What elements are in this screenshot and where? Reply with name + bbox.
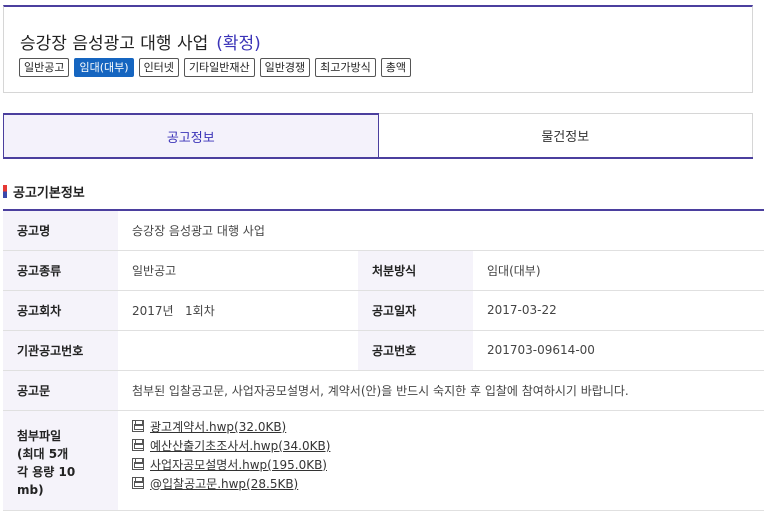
table-row: 첨부파일 (최대 5개 각 용량 10 mb) 광고계약서.hwp(32.0KB… xyxy=(3,410,764,511)
label-notice-date: 공고일자 xyxy=(358,290,473,331)
table-row: 공고회차 2017년 1회차 공고일자 2017-03-22 xyxy=(3,290,764,331)
tag-internet: 인터넷 xyxy=(138,58,179,77)
attachment-filename: 광고계약서.hwp(32.0KB) xyxy=(150,419,287,434)
notice-info-table: 공고명 승강장 음성광고 대행 사업 공고종류 일반공고 처분방식 임대(대부)… xyxy=(3,209,764,511)
table-row: 기관공고번호 공고번호 201703-09614-00 xyxy=(3,330,764,371)
notice-title-text: 승강장 음성광고 대행 사업 xyxy=(20,34,209,54)
attachment-filename: 예산산출기초조사서.hwp(34.0KB) xyxy=(150,438,331,453)
attachment-link[interactable]: 예산산출기초조사서.hwp(34.0KB) xyxy=(132,436,750,455)
value-notice-type: 일반공고 xyxy=(118,250,358,291)
floppy-disk-icon xyxy=(132,458,144,470)
floppy-disk-icon xyxy=(132,420,144,432)
table-row: 공고명 승강장 음성광고 대행 사업 xyxy=(3,210,764,251)
label-disposal: 처분방식 xyxy=(358,250,473,291)
attachments-label: 첨부파일 xyxy=(17,429,62,443)
notice-title-box: 승강장 음성광고 대행 사업 (확정) 일반공고 임대(대부) 인터넷 기타일반재… xyxy=(3,5,753,93)
attachments-limit: (최대 5개 xyxy=(17,447,69,461)
attachment-filename: 사업자공모설명서.hwp(195.0KB) xyxy=(150,457,327,472)
value-notice-name: 승강장 음성광고 대행 사업 xyxy=(118,210,764,251)
notice-title: 승강장 음성광고 대행 사업 (확정) xyxy=(20,29,261,54)
table-row: 공고문 첨부된 입찰공고문, 사업자공모설명서, 계약서(안)을 반드시 숙지한… xyxy=(3,370,764,411)
attachments-size-limit: 각 용량 10 mb) xyxy=(17,465,76,497)
attachment-link[interactable]: 광고계약서.hwp(32.0KB) xyxy=(132,417,750,436)
floppy-disk-icon xyxy=(132,439,144,451)
floppy-disk-icon xyxy=(132,477,144,489)
tag-bid-method: 최고가방식 xyxy=(315,58,376,77)
tag-competition: 일반경쟁 xyxy=(259,58,311,77)
value-notice-no: 201703-09614-00 xyxy=(473,330,764,371)
tag-lease: 임대(대부) xyxy=(74,58,134,77)
attachment-list: 광고계약서.hwp(32.0KB) 예산산출기초조사서.hwp(34.0KB) … xyxy=(118,410,764,511)
section-title-text: 공고기본정보 xyxy=(13,186,85,201)
label-round: 공고회차 xyxy=(3,290,118,331)
tag-property-kind: 기타일반재산 xyxy=(183,58,255,77)
label-agency-notice-no: 기관공고번호 xyxy=(3,330,118,371)
value-agency-notice-no xyxy=(118,330,358,371)
value-disposal: 임대(대부) xyxy=(473,250,764,291)
tab-notice-info[interactable]: 공고정보 xyxy=(3,113,379,157)
info-tabs: 공고정보 물건정보 xyxy=(3,113,753,159)
value-notice-date: 2017-03-22 xyxy=(473,290,764,331)
label-notice-name: 공고명 xyxy=(3,210,118,251)
label-notice-text: 공고문 xyxy=(3,370,118,411)
label-attachments: 첨부파일 (최대 5개 각 용량 10 mb) xyxy=(3,410,118,511)
notice-status: (확정) xyxy=(216,34,261,54)
section-title: 공고기본정보 xyxy=(3,182,85,201)
value-notice-text: 첨부된 입찰공고문, 사업자공모설명서, 계약서(안)을 반드시 숙지한 후 입… xyxy=(118,370,764,411)
notice-tags: 일반공고 임대(대부) 인터넷 기타일반재산 일반경쟁 최고가방식 총액 xyxy=(19,58,412,77)
section-marker-icon xyxy=(3,185,7,198)
label-notice-type: 공고종류 xyxy=(3,250,118,291)
value-round: 2017년 1회차 xyxy=(118,290,358,331)
label-notice-no: 공고번호 xyxy=(358,330,473,371)
tab-item-info[interactable]: 물건정보 xyxy=(378,113,753,157)
tag-total: 총액 xyxy=(380,58,412,77)
tag-notice-type: 일반공고 xyxy=(19,58,70,77)
attachment-link[interactable]: 사업자공모설명서.hwp(195.0KB) xyxy=(132,455,750,474)
attachment-filename: @입찰공고문.hwp(28.5KB) xyxy=(150,476,299,491)
table-row: 공고종류 일반공고 처분방식 임대(대부) xyxy=(3,250,764,291)
attachment-link[interactable]: @입찰공고문.hwp(28.5KB) xyxy=(132,474,750,493)
